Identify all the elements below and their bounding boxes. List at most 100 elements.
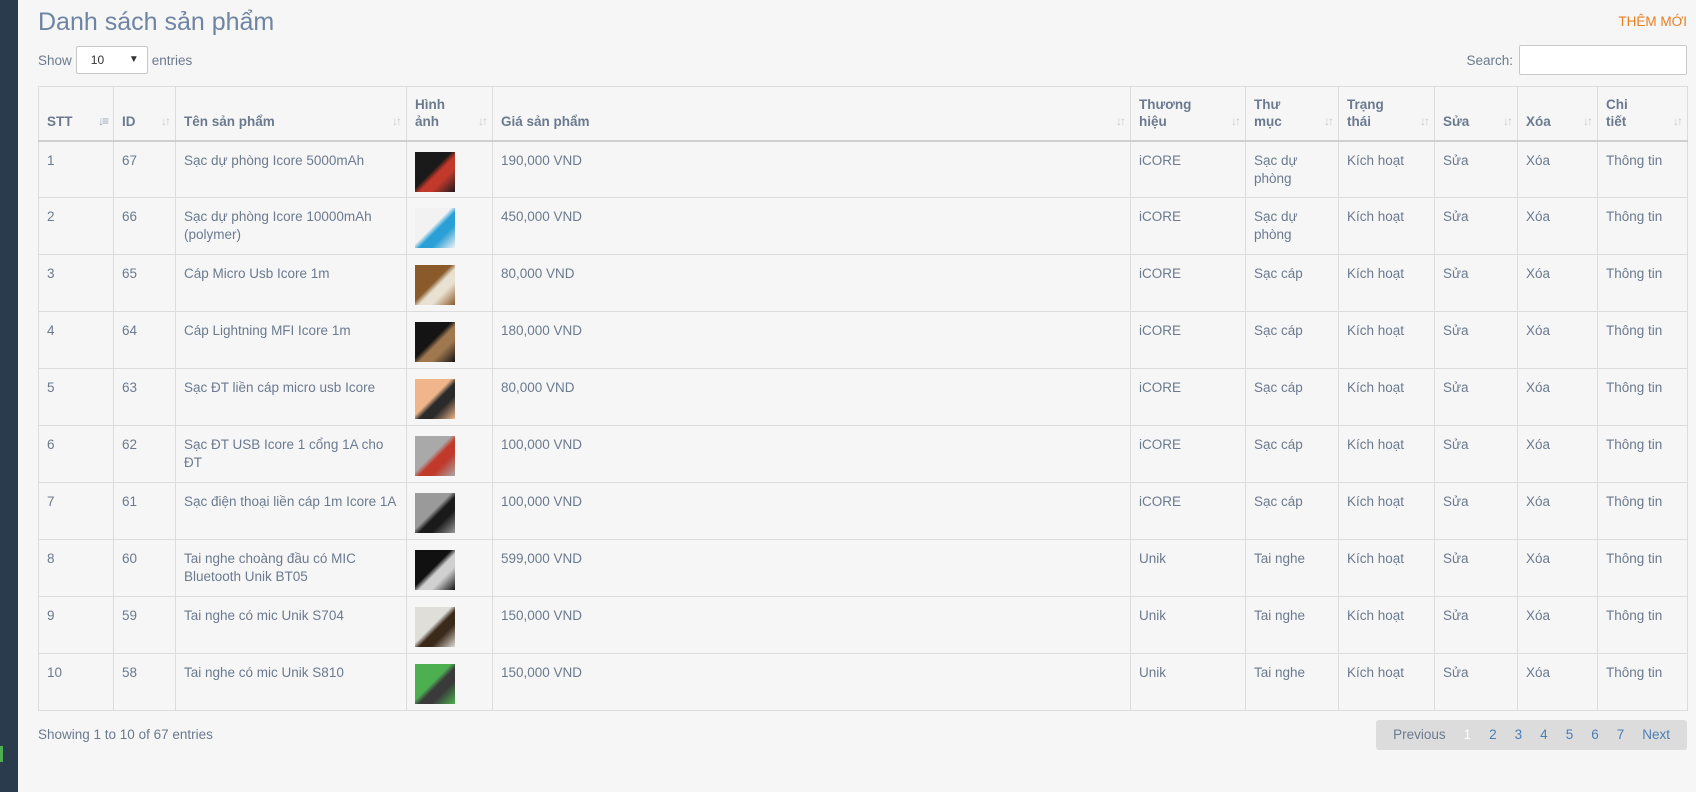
cell-edit[interactable]: Sửa [1434, 311, 1518, 369]
cell-edit[interactable]: Sửa [1434, 425, 1518, 483]
cell-edit[interactable]: Sửa [1434, 482, 1518, 540]
cell-delete[interactable]: Xóa [1517, 596, 1598, 654]
cell-delete[interactable]: Xóa [1517, 368, 1598, 426]
cell-name: Cáp Lightning MFI Icore 1m [175, 311, 407, 369]
cell-id: 63 [113, 368, 176, 426]
column-header-delete[interactable]: Xóa ↓↑ [1517, 86, 1598, 142]
column-header-label-line2: thái [1347, 113, 1372, 129]
page-1-button[interactable]: 1 [1455, 720, 1481, 750]
cell-id: 62 [113, 425, 176, 483]
cell-delete[interactable]: Xóa [1517, 482, 1598, 540]
column-header-id[interactable]: ID ↓↑ [113, 86, 176, 142]
sort-both-icon: ↓↑ [1420, 113, 1430, 128]
column-header-stt[interactable]: STT ↓≡ [38, 86, 114, 142]
sort-both-icon: ↓↑ [392, 113, 402, 128]
table-row: 10 58 Tai nghe có mic Unik S810 150,000 VND… [38, 653, 1688, 711]
page-3-button[interactable]: 3 [1506, 720, 1532, 750]
column-header-label: Thương [1139, 96, 1192, 112]
cell-delete[interactable]: Xóa [1517, 311, 1598, 369]
sort-both-icon: ↓↑ [1503, 113, 1513, 128]
table-body: 1 67 Sạc dự phòng Icore 5000mAh 190,000 VND… [38, 140, 1688, 711]
sort-both-icon: ↓↑ [1231, 113, 1241, 128]
cell-brand: iCORE [1130, 425, 1246, 483]
cell-category: Sạc cáp [1245, 482, 1339, 540]
page-5-button[interactable]: 5 [1557, 720, 1583, 750]
column-header-image[interactable]: Hình ảnh ↓↑ [406, 86, 493, 142]
cell-price: 190,000 VND [492, 140, 1131, 198]
cell-image [406, 140, 493, 198]
cell-delete[interactable]: Xóa [1517, 254, 1598, 312]
page-4-button[interactable]: 4 [1531, 720, 1557, 750]
column-header-label: Hình [415, 96, 445, 112]
previous-button[interactable]: Previous [1384, 720, 1455, 750]
cell-price: 80,000 VND [492, 368, 1131, 426]
cell-edit[interactable]: Sửa [1434, 653, 1518, 711]
next-button[interactable]: Next [1633, 720, 1679, 750]
column-header-edit[interactable]: Sửa ↓↑ [1434, 86, 1518, 142]
search-input[interactable] [1519, 45, 1687, 75]
products-table: STT ↓≡ ID ↓↑ Tên sản phẩm ↓↑ Hình ảnh ↓↑ Giá sản … [38, 86, 1688, 711]
column-header-status[interactable]: Trạng thái ↓↑ [1338, 86, 1435, 142]
cell-delete[interactable]: Xóa [1517, 425, 1598, 483]
cell-detail[interactable]: Thông tin [1597, 596, 1688, 654]
cell-category: Tai nghe [1245, 539, 1339, 597]
page-2-button[interactable]: 2 [1480, 720, 1506, 750]
sort-both-icon: ↓↑ [1583, 113, 1593, 128]
cell-detail[interactable]: Thông tin [1597, 425, 1688, 483]
column-header-detail[interactable]: Chi tiết ↓↑ [1597, 86, 1688, 142]
cell-price: 599,000 VND [492, 539, 1131, 597]
add-new-button[interactable]: THÊM MỚI [1618, 14, 1687, 29]
cell-name: Sạc điện thoại liền cáp 1m Icore 1A [175, 482, 407, 540]
page-6-button[interactable]: 6 [1582, 720, 1608, 750]
cell-name: Sạc ĐT liền cáp micro usb Icore [175, 368, 407, 426]
cell-detail[interactable]: Thông tin [1597, 368, 1688, 426]
cell-edit[interactable]: Sửa [1434, 368, 1518, 426]
cell-delete[interactable]: Xóa [1517, 140, 1598, 198]
cell-detail[interactable]: Thông tin [1597, 311, 1688, 369]
product-thumbnail [415, 208, 455, 248]
cell-edit[interactable]: Sửa [1434, 539, 1518, 597]
cell-status: Kích hoạt [1338, 311, 1435, 369]
column-header-category[interactable]: Thư mục ↓↑ [1245, 86, 1339, 142]
cell-detail[interactable]: Thông tin [1597, 197, 1688, 255]
cell-edit[interactable]: Sửa [1434, 140, 1518, 198]
cell-delete[interactable]: Xóa [1517, 539, 1598, 597]
cell-edit[interactable]: Sửa [1434, 197, 1518, 255]
cell-name: Tai nghe có mic Unik S704 [175, 596, 407, 654]
column-header-price[interactable]: Giá sản phẩm ↓↑ [492, 86, 1131, 142]
cell-id: 60 [113, 539, 176, 597]
cell-id: 66 [113, 197, 176, 255]
cell-image [406, 368, 493, 426]
cell-delete[interactable]: Xóa [1517, 653, 1598, 711]
cell-delete[interactable]: Xóa [1517, 197, 1598, 255]
cell-image [406, 425, 493, 483]
sidebar-active-marker [0, 746, 3, 762]
cell-detail[interactable]: Thông tin [1597, 140, 1688, 198]
showing-info: Showing 1 to 10 of 67 entries [38, 727, 213, 742]
cell-image [406, 254, 493, 312]
product-thumbnail [415, 607, 455, 647]
cell-brand: iCORE [1130, 482, 1246, 540]
cell-detail[interactable]: Thông tin [1597, 482, 1688, 540]
product-thumbnail [415, 151, 455, 192]
cell-brand: Unik [1130, 539, 1246, 597]
column-header-label: Chi [1606, 96, 1628, 112]
cell-detail[interactable]: Thông tin [1597, 539, 1688, 597]
cell-stt: 10 [38, 653, 114, 711]
cell-stt: 1 [38, 140, 114, 198]
search-control: Search: [1466, 45, 1687, 75]
length-control: Show 10 ▼ entries [38, 45, 192, 75]
cell-detail[interactable]: Thông tin [1597, 254, 1688, 312]
column-header-label: Tên sản phẩm [184, 113, 275, 129]
column-header-label: Sửa [1443, 113, 1470, 129]
cell-detail[interactable]: Thông tin [1597, 653, 1688, 711]
entries-label: entries [151, 52, 193, 68]
entries-select[interactable]: 10 ▼ [75, 46, 148, 74]
column-header-brand[interactable]: Thương hiệu ↓↑ [1130, 86, 1246, 142]
cell-edit[interactable]: Sửa [1434, 254, 1518, 312]
cell-category: Sạc cáp [1245, 254, 1339, 312]
page-7-button[interactable]: 7 [1608, 720, 1634, 750]
column-header-name[interactable]: Tên sản phẩm ↓↑ [175, 86, 407, 142]
product-thumbnail [415, 379, 455, 419]
cell-edit[interactable]: Sửa [1434, 596, 1518, 654]
